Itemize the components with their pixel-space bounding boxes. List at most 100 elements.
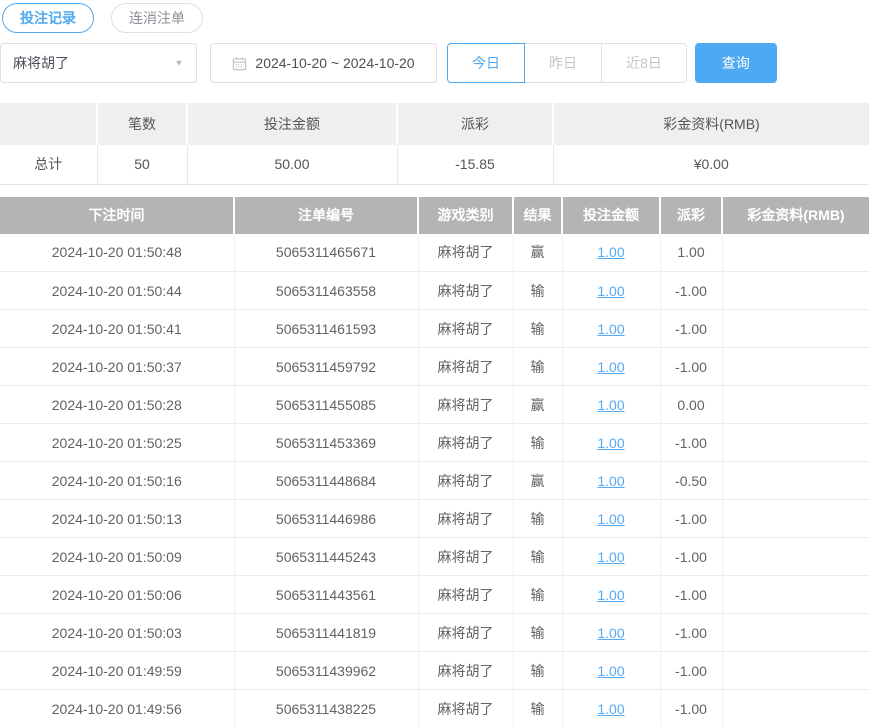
cell-result: 输 [513, 538, 562, 576]
cell-game-type: 麻将胡了 [418, 500, 513, 538]
cell-bet-amount: 1.00 [562, 690, 660, 727]
col-header-bonus: 彩金资料(RMB) [722, 197, 869, 234]
cell-bet-amount: 1.00 [562, 310, 660, 348]
cell-order-id: 5065311448684 [234, 462, 418, 500]
cell-bet-amount: 1.00 [562, 234, 660, 272]
cell-game-type: 麻将胡了 [418, 424, 513, 462]
cell-result: 赢 [513, 386, 562, 424]
cell-bet-time: 2024-10-20 01:49:59 [0, 652, 234, 690]
bet-table-body: 2024-10-20 01:50:48 5065311465671 麻将胡了 赢… [0, 234, 869, 727]
bet-amount-link[interactable]: 1.00 [597, 549, 624, 565]
cell-order-id: 5065311441819 [234, 614, 418, 652]
summary-header-bet-amount: 投注金额 [187, 103, 397, 145]
cell-order-id: 5065311443561 [234, 576, 418, 614]
cell-bonus [722, 690, 869, 727]
tab-bet-records[interactable]: 投注记录 [2, 3, 94, 33]
col-header-bet-time: 下注时间 [0, 197, 234, 234]
cell-bet-time: 2024-10-20 01:50:09 [0, 538, 234, 576]
cell-payout: -1.00 [660, 310, 722, 348]
cell-bonus [722, 310, 869, 348]
bet-amount-link[interactable]: 1.00 [597, 473, 624, 489]
game-select-value: 麻将胡了 [13, 53, 69, 73]
cell-bonus [722, 272, 869, 310]
date-range-input[interactable]: 2024-10-20 ~ 2024-10-20 [210, 43, 437, 83]
cell-game-type: 麻将胡了 [418, 462, 513, 500]
bet-amount-link[interactable]: 1.00 [597, 359, 624, 375]
col-header-bet-amount: 投注金额 [562, 197, 660, 234]
cell-bet-time: 2024-10-20 01:50:06 [0, 576, 234, 614]
cell-bet-amount: 1.00 [562, 500, 660, 538]
cell-payout: -1.00 [660, 538, 722, 576]
cell-payout: -0.50 [660, 462, 722, 500]
tab-cancelled-orders[interactable]: 连消注单 [111, 3, 203, 33]
cell-result: 输 [513, 652, 562, 690]
game-select[interactable]: 麻将胡了 ▼ [0, 43, 197, 83]
calendar-icon [232, 56, 247, 71]
bet-amount-link[interactable]: 1.00 [597, 587, 624, 603]
cell-bonus [722, 348, 869, 386]
cell-game-type: 麻将胡了 [418, 538, 513, 576]
cell-bet-time: 2024-10-20 01:50:16 [0, 462, 234, 500]
cell-order-id: 5065311465671 [234, 234, 418, 272]
quick-btn-today[interactable]: 今日 [447, 43, 525, 83]
cell-bet-time: 2024-10-20 01:50:41 [0, 310, 234, 348]
cell-game-type: 麻将胡了 [418, 576, 513, 614]
quick-btn-yesterday[interactable]: 昨日 [524, 43, 602, 83]
cell-bonus [722, 234, 869, 272]
summary-total-bet-amount: 50.00 [187, 145, 397, 184]
cell-bet-time: 2024-10-20 01:50:28 [0, 386, 234, 424]
cell-bet-amount: 1.00 [562, 576, 660, 614]
cell-payout: -1.00 [660, 500, 722, 538]
table-row: 2024-10-20 01:50:13 5065311446986 麻将胡了 输… [0, 500, 869, 538]
cell-bet-amount: 1.00 [562, 538, 660, 576]
cell-bet-amount: 1.00 [562, 424, 660, 462]
cell-bet-amount: 1.00 [562, 462, 660, 500]
cell-result: 赢 [513, 234, 562, 272]
quick-btn-last8days[interactable]: 近8日 [601, 43, 687, 83]
cell-payout: 1.00 [660, 234, 722, 272]
bet-amount-link[interactable]: 1.00 [597, 663, 624, 679]
bet-amount-link[interactable]: 1.00 [597, 283, 624, 299]
bet-table-header-row: 下注时间 注单编号 游戏类别 结果 投注金额 派彩 彩金资料(RMB) [0, 197, 869, 234]
bet-table: 下注时间 注单编号 游戏类别 结果 投注金额 派彩 彩金资料(RMB) 2024… [0, 197, 869, 727]
cell-bonus [722, 576, 869, 614]
summary-total-payout: -15.85 [397, 145, 553, 184]
summary-table: 笔数 投注金额 派彩 彩金资料(RMB) 总计 50 50.00 -15.85 … [0, 103, 869, 185]
bet-amount-link[interactable]: 1.00 [597, 435, 624, 451]
cell-result: 输 [513, 690, 562, 727]
cell-result: 输 [513, 500, 562, 538]
cell-order-id: 5065311445243 [234, 538, 418, 576]
table-row: 2024-10-20 01:50:16 5065311448684 麻将胡了 赢… [0, 462, 869, 500]
cell-order-id: 5065311463558 [234, 272, 418, 310]
cell-bonus [722, 614, 869, 652]
cell-order-id: 5065311439962 [234, 652, 418, 690]
cell-game-type: 麻将胡了 [418, 614, 513, 652]
col-header-order-id: 注单编号 [234, 197, 418, 234]
bet-amount-link[interactable]: 1.00 [597, 701, 624, 717]
cell-bet-time: 2024-10-20 01:50:48 [0, 234, 234, 272]
cell-result: 输 [513, 310, 562, 348]
bet-amount-link[interactable]: 1.00 [597, 511, 624, 527]
cell-order-id: 5065311459792 [234, 348, 418, 386]
cell-bonus [722, 424, 869, 462]
cell-payout: 0.00 [660, 386, 722, 424]
cell-game-type: 麻将胡了 [418, 348, 513, 386]
table-row: 2024-10-20 01:49:59 5065311439962 麻将胡了 输… [0, 652, 869, 690]
cell-order-id: 5065311453369 [234, 424, 418, 462]
cell-result: 输 [513, 272, 562, 310]
quick-date-group: 今日 昨日 近8日 [447, 43, 687, 83]
cell-payout: -1.00 [660, 576, 722, 614]
bet-amount-link[interactable]: 1.00 [597, 625, 624, 641]
cell-bet-amount: 1.00 [562, 652, 660, 690]
bet-amount-link[interactable]: 1.00 [597, 321, 624, 337]
bet-amount-link[interactable]: 1.00 [597, 397, 624, 413]
table-row: 2024-10-20 01:50:48 5065311465671 麻将胡了 赢… [0, 234, 869, 272]
cell-bet-amount: 1.00 [562, 386, 660, 424]
col-header-result: 结果 [513, 197, 562, 234]
cell-bonus [722, 500, 869, 538]
bet-amount-link[interactable]: 1.00 [597, 244, 624, 260]
cell-bet-time: 2024-10-20 01:50:13 [0, 500, 234, 538]
table-row: 2024-10-20 01:50:06 5065311443561 麻将胡了 输… [0, 576, 869, 614]
search-button[interactable]: 查询 [695, 43, 777, 83]
date-range-value: 2024-10-20 ~ 2024-10-20 [255, 55, 414, 71]
